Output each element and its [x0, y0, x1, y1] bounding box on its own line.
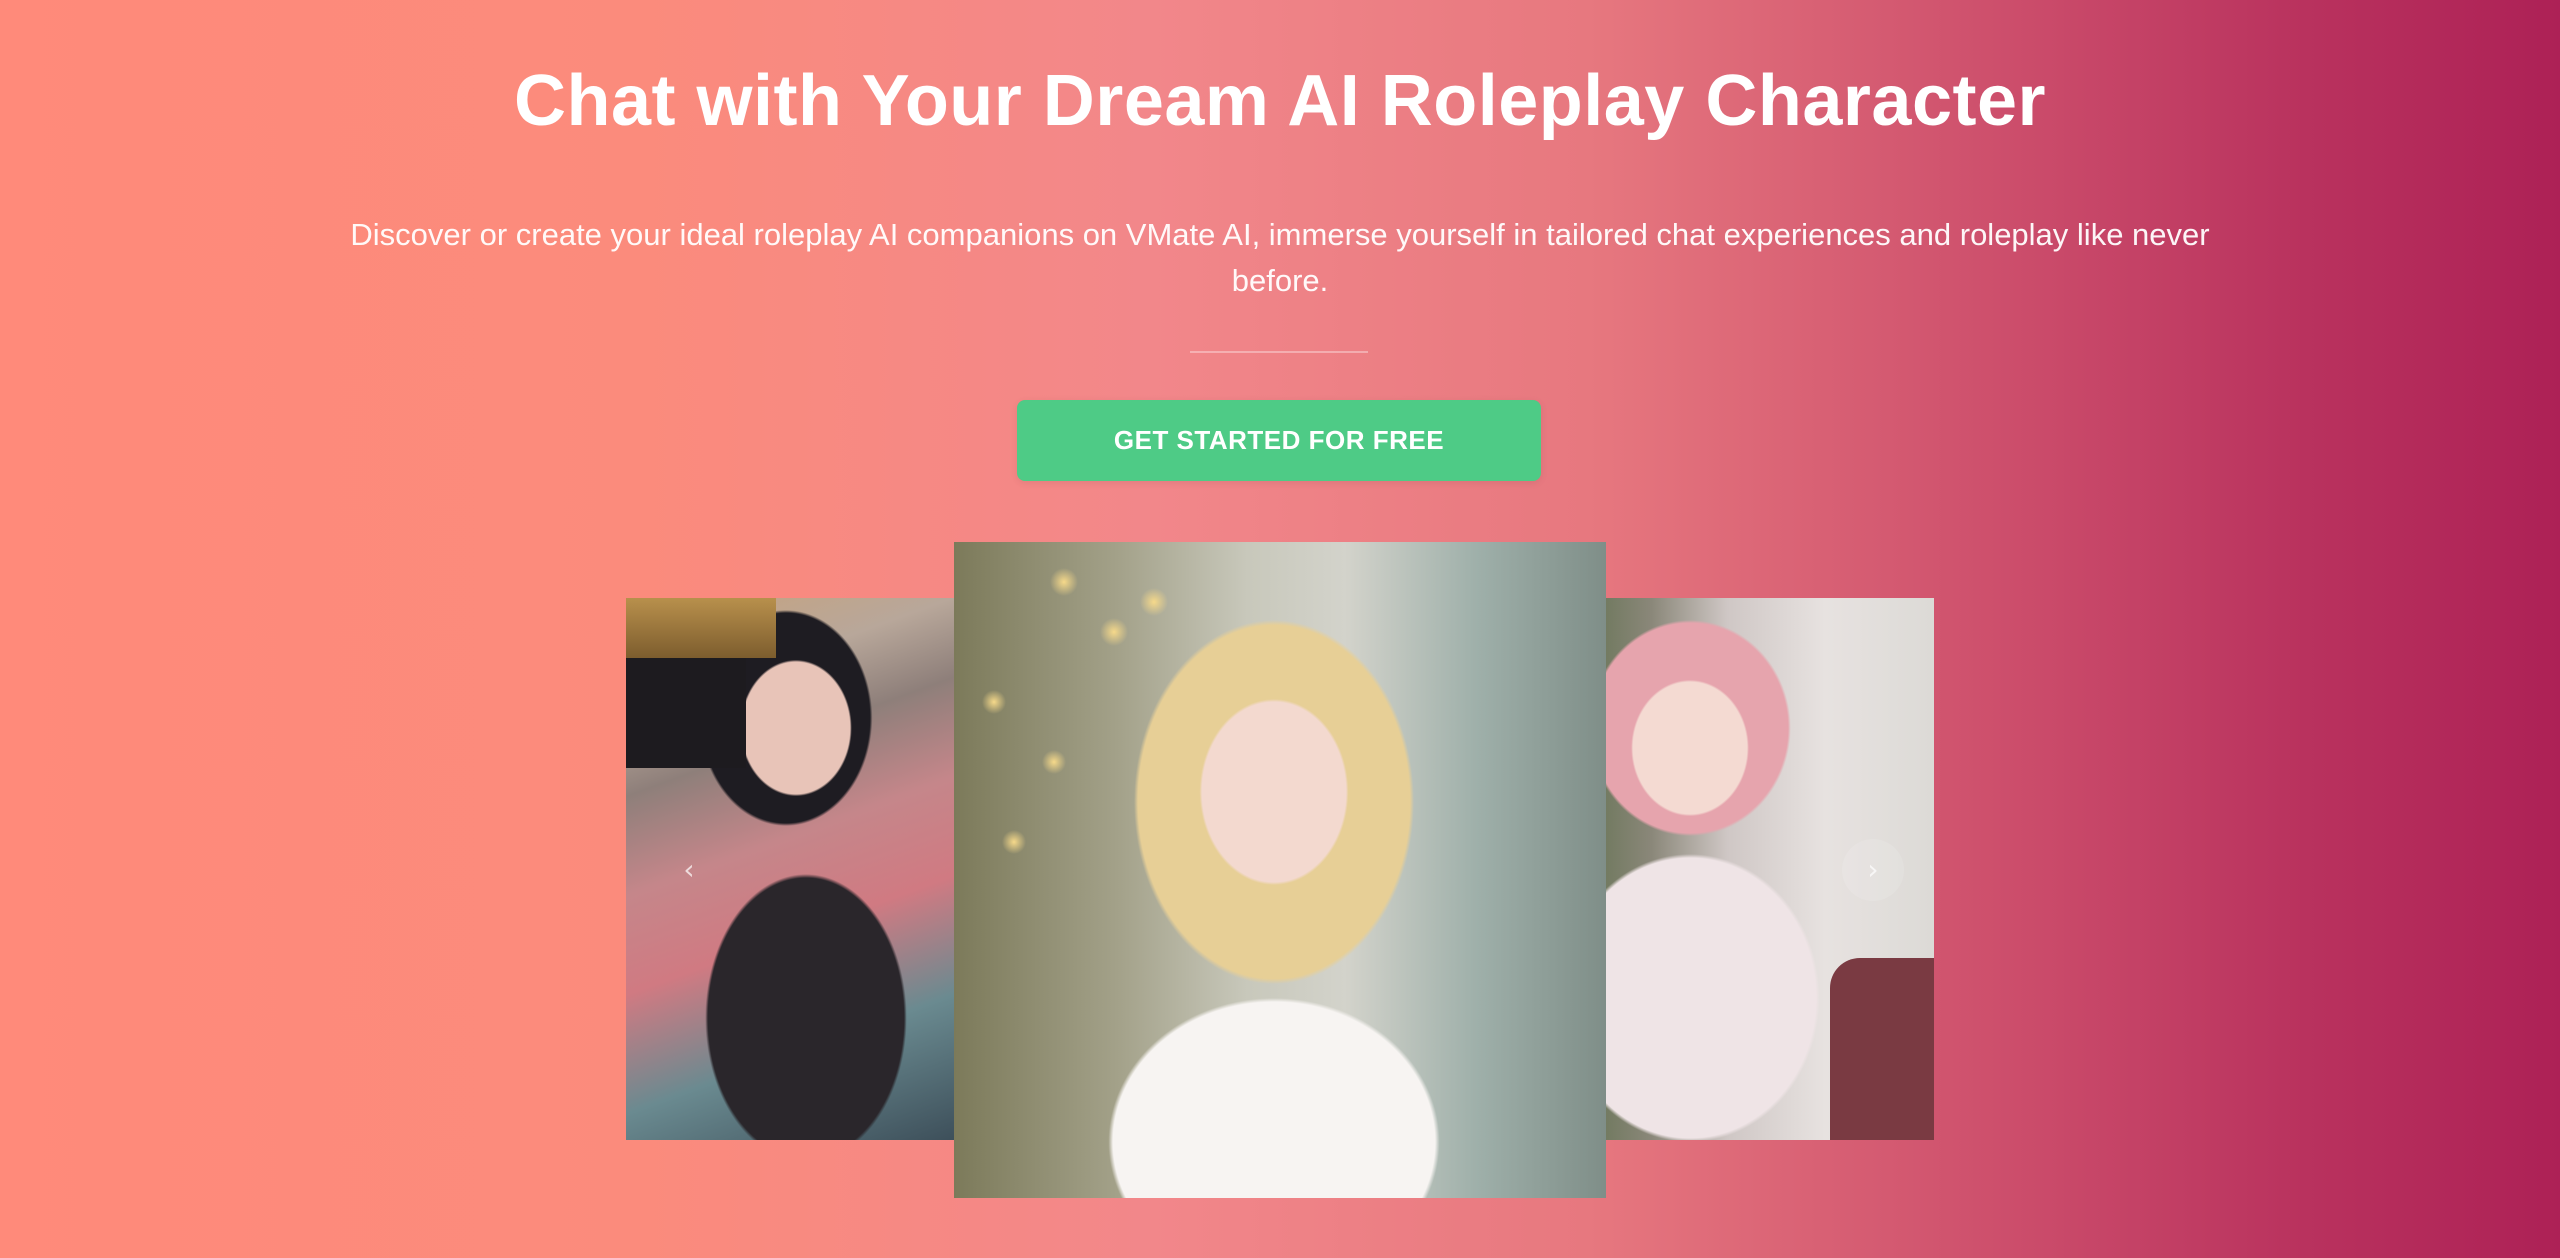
piano	[626, 658, 746, 768]
divider	[1190, 351, 1368, 353]
armchair	[1830, 958, 1934, 1140]
hero-subtitle: Discover or create your ideal roleplay A…	[350, 217, 2210, 298]
character-card-blonde-woman[interactable]	[954, 542, 1606, 1198]
character-carousel	[626, 542, 1934, 1198]
carousel-prev-icon[interactable]: ‹	[658, 839, 720, 901]
picture-frame	[626, 598, 776, 658]
get-started-button[interactable]: GET STARTED FOR FREE	[1017, 400, 1541, 481]
hero-title: Chat with Your Dream AI Roleplay Charact…	[513, 61, 2047, 141]
carousel-next-icon[interactable]: ›	[1842, 839, 1904, 901]
